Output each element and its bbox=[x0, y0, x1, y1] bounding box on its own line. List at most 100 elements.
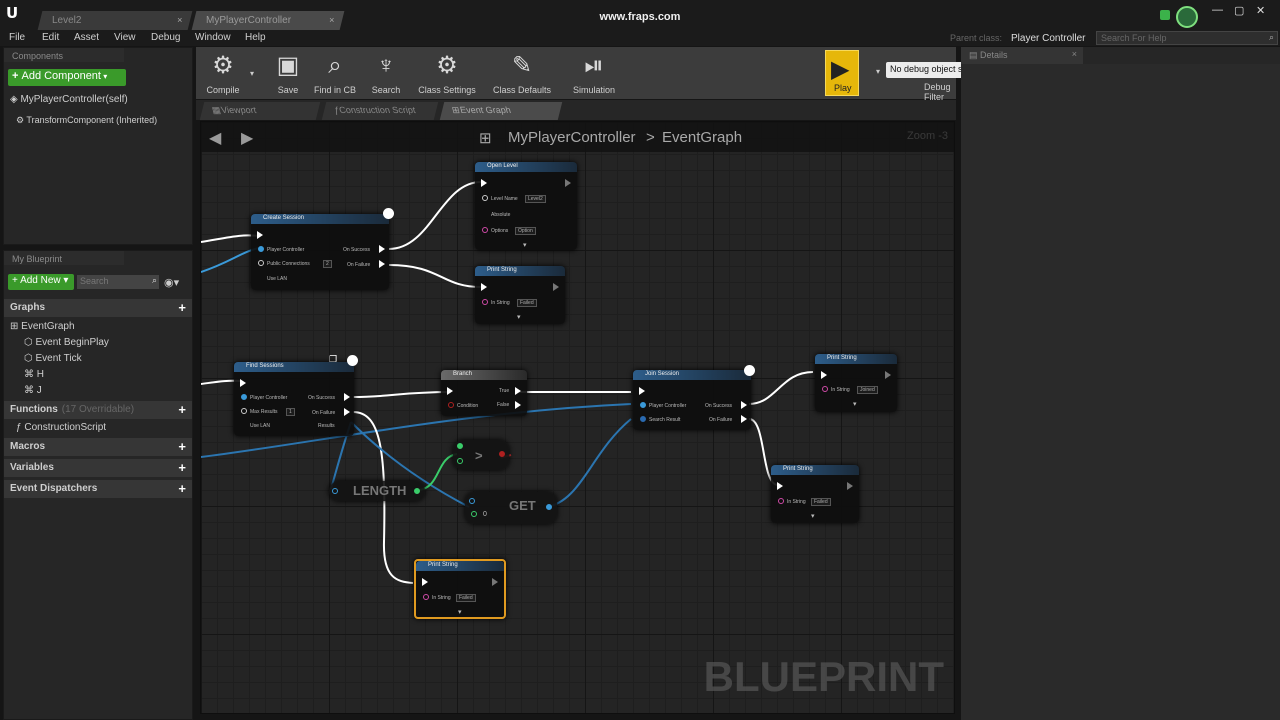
maximize-icon[interactable]: ▢ bbox=[1234, 4, 1244, 17]
input-pin[interactable] bbox=[241, 408, 247, 414]
exec-out-pin[interactable] bbox=[553, 283, 559, 291]
compile-button[interactable]: ⚙ Compile bbox=[200, 47, 246, 99]
exec-out-pin[interactable] bbox=[379, 245, 385, 253]
play-button[interactable]: ▶ Play bbox=[825, 50, 859, 96]
play-options-icon[interactable]: ▾ bbox=[876, 67, 880, 76]
pin-value-box[interactable]: 1 bbox=[286, 408, 295, 416]
input-pin[interactable] bbox=[471, 511, 477, 517]
node-print-string[interactable]: Print String In String Joined ▾ bbox=[815, 354, 897, 412]
get-index-value[interactable]: 0 bbox=[483, 511, 487, 518]
menu-window[interactable]: Window bbox=[195, 32, 231, 43]
notification-icon[interactable] bbox=[1160, 10, 1170, 20]
section-event-dispatchers[interactable]: Event Dispatchers + bbox=[4, 480, 192, 498]
blueprint-search-input[interactable]: Search ⌕ bbox=[77, 275, 159, 289]
section-functions[interactable]: Functions (17 Overridable) + bbox=[4, 401, 192, 419]
input-pin[interactable] bbox=[448, 402, 454, 408]
input-pin[interactable] bbox=[332, 488, 338, 494]
minimize-icon[interactable]: — bbox=[1212, 4, 1223, 16]
add-component-button[interactable]: + Add Component ▾ bbox=[8, 69, 126, 86]
close-icon[interactable]: × bbox=[1072, 49, 1077, 59]
breadcrumb-root[interactable]: MyPlayerController bbox=[508, 129, 636, 146]
input-pin[interactable] bbox=[457, 443, 463, 449]
exec-out-pin[interactable] bbox=[565, 179, 571, 187]
exec-out-pin[interactable] bbox=[344, 408, 350, 416]
eye-icon[interactable]: ◉▾ bbox=[164, 276, 179, 289]
exec-out-pin[interactable] bbox=[741, 415, 747, 423]
node-length[interactable]: LENGTH bbox=[329, 481, 425, 501]
breadcrumb-leaf[interactable]: EventGraph bbox=[662, 129, 742, 146]
expand-chevron-icon[interactable]: ▾ bbox=[517, 313, 521, 321]
section-macros[interactable]: Macros + bbox=[4, 438, 192, 456]
close-icon[interactable]: × bbox=[177, 15, 182, 25]
graph-item-tick[interactable]: ⬡ Event Tick bbox=[24, 353, 82, 364]
pin-value-box[interactable]: Joined bbox=[857, 386, 878, 394]
expand-chevron-icon[interactable]: ▾ bbox=[811, 512, 815, 520]
exec-out-pin[interactable] bbox=[344, 393, 350, 401]
input-pin[interactable] bbox=[469, 498, 475, 504]
input-pin[interactable] bbox=[778, 498, 784, 504]
add-dispatcher-icon[interactable]: + bbox=[178, 481, 186, 496]
back-arrow-icon[interactable]: ◀ bbox=[209, 128, 221, 148]
exec-out-pin[interactable] bbox=[847, 482, 853, 490]
input-pin[interactable] bbox=[482, 299, 488, 305]
node-get[interactable]: 0 GET bbox=[465, 492, 557, 524]
exec-in-pin[interactable] bbox=[481, 283, 487, 291]
pin-value-box[interactable]: Failed bbox=[517, 299, 537, 307]
tab-construction-script[interactable]: ƒ Construction Script bbox=[321, 102, 439, 120]
expand-chevron-icon[interactable]: ▾ bbox=[458, 608, 462, 616]
exec-out-pin[interactable] bbox=[885, 371, 891, 379]
input-pin[interactable] bbox=[822, 386, 828, 392]
expand-chevron-icon[interactable]: ▾ bbox=[853, 400, 857, 408]
add-function-icon[interactable]: + bbox=[178, 402, 186, 417]
graph-item-beginplay[interactable]: ⬡ Event BeginPlay bbox=[24, 337, 109, 348]
pin-value-box[interactable]: Failed bbox=[811, 498, 831, 506]
section-graphs[interactable]: Graphs + bbox=[4, 299, 192, 317]
tab-viewport[interactable]: ▦ Viewport bbox=[199, 102, 321, 120]
graph-item-eventgraph[interactable]: ⊞ EventGraph bbox=[10, 321, 75, 332]
exec-in-pin[interactable] bbox=[777, 482, 783, 490]
exec-out-pin[interactable] bbox=[515, 401, 521, 409]
close-window-icon[interactable]: ✕ bbox=[1256, 4, 1265, 17]
pin-value-box[interactable]: Option bbox=[515, 227, 536, 235]
exec-in-pin[interactable] bbox=[240, 379, 246, 387]
source-control-icon[interactable] bbox=[1176, 6, 1198, 28]
input-pin[interactable] bbox=[423, 594, 429, 600]
exec-in-pin[interactable] bbox=[257, 231, 263, 239]
node-print-string[interactable]: Print String In String Failed ▾ bbox=[771, 465, 859, 523]
node-print-string[interactable]: Print String In String Failed ▾ bbox=[475, 266, 565, 324]
menu-help[interactable]: Help bbox=[245, 32, 266, 43]
input-pin[interactable] bbox=[640, 402, 646, 408]
details-tab[interactable]: ▤ Details × bbox=[961, 47, 1083, 64]
node-greater[interactable]: > bbox=[453, 440, 509, 470]
exec-in-pin[interactable] bbox=[447, 387, 453, 395]
node-open-level[interactable]: Open Level Level Name Level2 Absolute Op… bbox=[475, 162, 577, 250]
menu-view[interactable]: View bbox=[114, 32, 136, 43]
output-pin[interactable] bbox=[499, 451, 505, 457]
event-graph-canvas[interactable]: ◀ ▶ ⊞ MyPlayerController > EventGraph Zo… bbox=[200, 121, 955, 714]
pin-value-box[interactable]: 2 bbox=[323, 260, 332, 268]
node-join-session[interactable]: Join Session Player Controller Search Re… bbox=[633, 370, 751, 430]
menu-file[interactable]: File bbox=[9, 32, 25, 43]
class-defaults-button[interactable]: ✎ Class Defaults bbox=[488, 47, 556, 99]
forward-arrow-icon[interactable]: ▶ bbox=[241, 128, 253, 148]
component-self[interactable]: ◈ MyPlayerController(self) bbox=[10, 94, 128, 105]
tab-myplayercontroller[interactable]: MyPlayerController × bbox=[191, 11, 345, 30]
node-branch[interactable]: Branch Condition True False bbox=[441, 370, 527, 416]
input-pin[interactable] bbox=[457, 458, 463, 464]
input-pin[interactable] bbox=[241, 394, 247, 400]
add-graph-icon[interactable]: + bbox=[178, 300, 186, 315]
unreal-logo-icon[interactable]: U bbox=[6, 4, 24, 24]
help-search-input[interactable]: Search For Help ⌕ bbox=[1096, 31, 1278, 45]
close-icon[interactable]: × bbox=[329, 15, 334, 25]
class-settings-button[interactable]: ⚙ Class Settings bbox=[414, 47, 480, 99]
search-button[interactable]: ♆ Search bbox=[364, 47, 408, 99]
input-pin[interactable] bbox=[482, 195, 488, 201]
section-variables[interactable]: Variables + bbox=[4, 459, 192, 477]
compile-options-icon[interactable]: ▾ bbox=[250, 69, 254, 78]
output-pin[interactable] bbox=[546, 504, 552, 510]
function-item-constructionscript[interactable]: ƒ ConstructionScript bbox=[16, 422, 106, 433]
node-create-session[interactable]: Create Session Player Controller Public … bbox=[251, 214, 389, 290]
save-button[interactable]: ▣ Save bbox=[268, 47, 308, 99]
menu-edit[interactable]: Edit bbox=[42, 32, 59, 43]
pin-value-box[interactable]: Failed bbox=[456, 594, 476, 602]
